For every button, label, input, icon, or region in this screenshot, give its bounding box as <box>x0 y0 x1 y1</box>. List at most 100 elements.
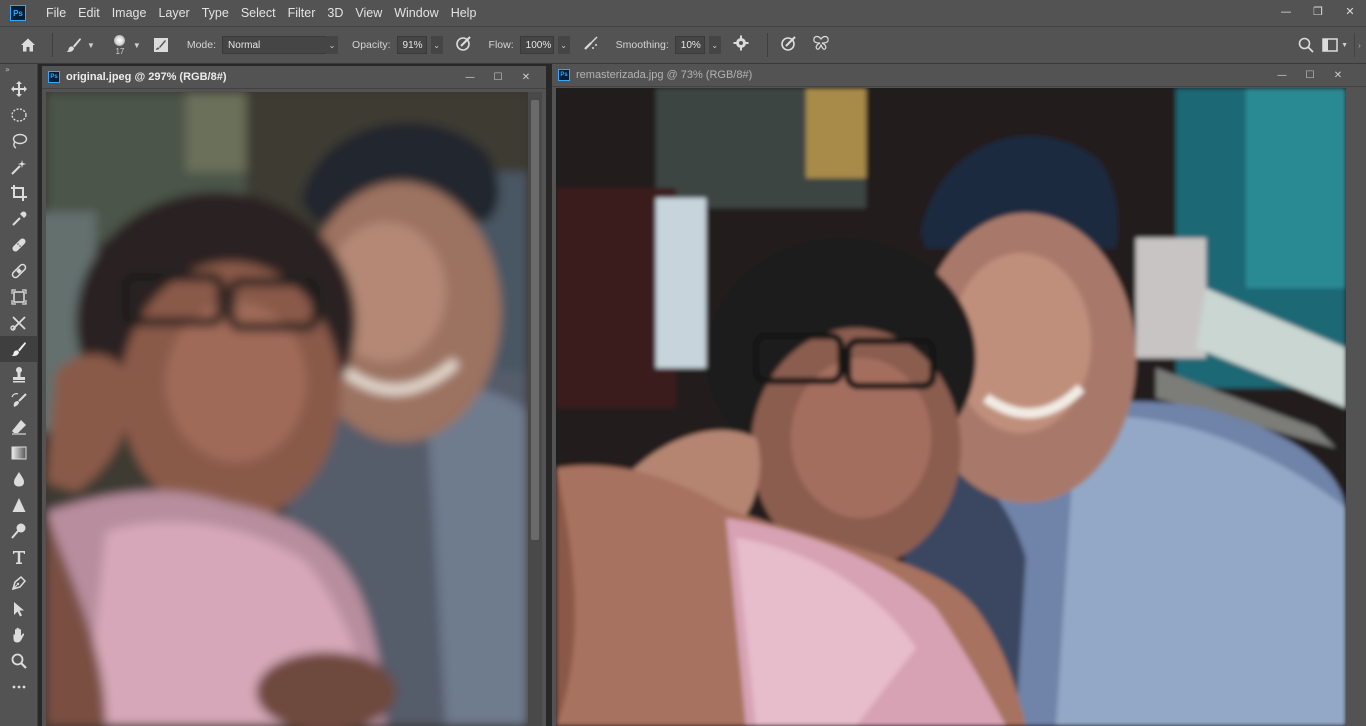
menu-filter[interactable]: Filter <box>282 0 322 26</box>
maximize-button[interactable]: ☐ <box>1296 64 1324 87</box>
brush-tool[interactable] <box>0 336 38 362</box>
mode-select[interactable]: Normal ⌄ <box>222 36 339 54</box>
scrollbar-thumb[interactable] <box>531 100 539 540</box>
opacity-field[interactable]: 91% ⌄ <box>396 36 443 54</box>
search-button[interactable] <box>1298 37 1314 58</box>
chevron-down-icon: ▼ <box>87 40 95 50</box>
pen-tool[interactable] <box>0 570 38 596</box>
close-button[interactable]: ✕ <box>1324 64 1352 87</box>
close-button[interactable]: ✕ <box>1334 0 1366 22</box>
brush-settings-button[interactable] <box>151 35 171 55</box>
minimize-button[interactable]: — <box>1268 64 1296 87</box>
smoothing-options-button[interactable] <box>733 35 749 56</box>
pressure-opacity-icon <box>455 35 471 51</box>
puppet-warp-tool[interactable] <box>0 310 38 336</box>
document-canvas[interactable] <box>46 92 528 726</box>
flow-field[interactable]: 100% ⌄ <box>519 36 570 54</box>
more-tools[interactable] <box>0 674 38 700</box>
opacity-pressure-button[interactable] <box>455 34 473 57</box>
document-controls: — ☐ ✕ <box>1268 64 1352 87</box>
move-tool[interactable] <box>0 76 38 102</box>
workspace-icon <box>1322 38 1338 52</box>
document-window-original: Ps original.jpeg @ 297% (RGB/8#) — ☐ ✕ <box>42 66 546 726</box>
crop-icon <box>11 185 27 201</box>
photoshop-logo[interactable]: Ps <box>10 5 26 21</box>
brush-panel-icon <box>153 38 168 52</box>
workspace-button[interactable]: ▼ <box>1322 38 1348 52</box>
minimize-button[interactable]: — <box>1270 0 1302 22</box>
bandage-icon <box>11 263 27 279</box>
menu-select[interactable]: Select <box>235 0 282 26</box>
document-titlebar[interactable]: Ps remasterizada.jpg @ 73% (RGB/8#) — ☐ … <box>552 64 1366 87</box>
opacity-label: Opacity: <box>352 39 391 51</box>
menu-type[interactable]: Type <box>196 0 235 26</box>
dodge-tool[interactable] <box>0 518 38 544</box>
magic-wand-tool[interactable] <box>0 154 38 180</box>
pressure-size-button[interactable] <box>780 34 798 57</box>
chevron-down-icon: ⌄ <box>557 36 570 54</box>
dodge-icon <box>11 523 26 539</box>
search-icon <box>1298 37 1314 53</box>
close-button[interactable]: ✕ <box>512 66 540 89</box>
maximize-button[interactable]: ☐ <box>484 66 512 89</box>
document-window-remastered: Ps remasterizada.jpg @ 73% (RGB/8#) — ☐ … <box>552 64 1366 726</box>
elliptical-marquee-icon <box>11 108 27 122</box>
arrow-icon <box>14 602 24 617</box>
brush-preset-picker[interactable]: 17 ▼ <box>111 34 141 56</box>
eraser-tool[interactable] <box>0 414 38 440</box>
sharpen-tool[interactable] <box>0 492 38 518</box>
vertical-scrollbar[interactable] <box>528 92 542 726</box>
smoothing-label: Smoothing: <box>615 39 669 51</box>
brush-size-value: 17 <box>115 46 125 56</box>
document-title: original.jpeg @ 297% (RGB/8#) <box>66 71 227 83</box>
collapse-panel-button[interactable]: » <box>0 64 37 76</box>
zoom-icon <box>11 653 27 669</box>
scissors-icon <box>10 316 26 331</box>
zoom-tool[interactable] <box>0 648 38 674</box>
gradient-tool[interactable] <box>0 440 38 466</box>
lasso-tool[interactable] <box>0 128 38 154</box>
photoshop-doc-icon: Ps <box>558 69 570 81</box>
move-icon <box>11 81 27 97</box>
type-tool[interactable] <box>0 544 38 570</box>
app-window-controls: — ❐ ✕ <box>1270 0 1366 26</box>
smoothing-field[interactable]: 10% ⌄ <box>674 36 721 54</box>
tool-preset-picker[interactable]: ▼ <box>65 36 95 54</box>
separator <box>766 33 768 57</box>
eyedropper-tool[interactable] <box>0 206 38 232</box>
hand-tool[interactable] <box>0 622 38 648</box>
symmetry-button[interactable] <box>812 34 830 57</box>
menu-file[interactable]: File <box>40 0 72 26</box>
airbrush-button[interactable] <box>582 34 600 57</box>
healing-patch-tool[interactable] <box>0 258 38 284</box>
tools-panel: » <box>0 64 38 726</box>
butterfly-icon <box>813 35 829 50</box>
clone-stamp-tool[interactable] <box>0 362 38 388</box>
photoshop-doc-icon: Ps <box>48 71 60 83</box>
airbrush-icon <box>583 36 598 50</box>
opacity-value: 91% <box>396 36 427 54</box>
menu-help[interactable]: Help <box>445 0 483 26</box>
spot-healing-tool[interactable] <box>0 232 38 258</box>
restore-button[interactable]: ❐ <box>1302 0 1334 22</box>
flow-value: 100% <box>519 36 554 54</box>
document-controls: — ☐ ✕ <box>456 66 540 89</box>
history-brush-tool[interactable] <box>0 388 38 414</box>
marquee-tool[interactable] <box>0 102 38 128</box>
menu-window[interactable]: Window <box>388 0 444 26</box>
vertical-scrollbar[interactable] <box>1348 88 1362 726</box>
menu-3d[interactable]: 3D <box>321 0 349 26</box>
crop-tool[interactable] <box>0 180 38 206</box>
menu-image[interactable]: Image <box>106 0 153 26</box>
minimize-button[interactable]: — <box>456 66 484 89</box>
menu-layer[interactable]: Layer <box>152 0 195 26</box>
blur-tool[interactable] <box>0 466 38 492</box>
path-selection-tool[interactable] <box>0 596 38 622</box>
panel-scroll-right[interactable]: › <box>1354 33 1364 57</box>
home-button[interactable] <box>10 30 46 60</box>
document-titlebar[interactable]: Ps original.jpeg @ 297% (RGB/8#) — ☐ ✕ <box>42 66 546 89</box>
frame-tool[interactable] <box>0 284 38 310</box>
menu-view[interactable]: View <box>349 0 388 26</box>
document-canvas[interactable] <box>556 88 1346 726</box>
menu-edit[interactable]: Edit <box>72 0 106 26</box>
